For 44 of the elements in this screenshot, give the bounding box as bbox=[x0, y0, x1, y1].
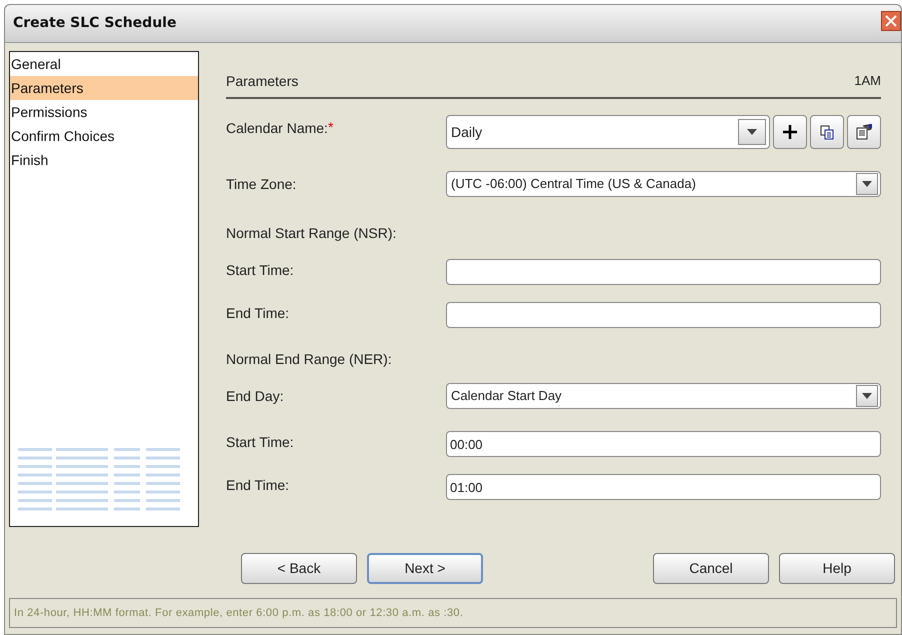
dialog-button[interactable]: < Back bbox=[241, 552, 357, 584]
copy-icon bbox=[820, 124, 834, 140]
properties-button[interactable] bbox=[847, 115, 881, 149]
panel-title: Parameters bbox=[226, 72, 298, 91]
field-label: End Day: bbox=[226, 388, 284, 404]
plus-icon bbox=[783, 125, 797, 139]
field-label: End Time: bbox=[226, 477, 290, 493]
section-heading: Normal End Range (NER): bbox=[226, 350, 392, 369]
step-item[interactable]: General bbox=[10, 52, 198, 76]
caret-icon bbox=[747, 129, 757, 135]
step-item[interactable]: Finish bbox=[10, 148, 198, 172]
required-mark: * bbox=[328, 119, 334, 135]
dialog-button[interactable]: Next > bbox=[367, 552, 483, 584]
text-field[interactable]: 00:00 bbox=[446, 431, 881, 457]
close-button[interactable] bbox=[881, 10, 901, 30]
dropdown-button[interactable] bbox=[738, 119, 766, 145]
dropdown-button[interactable] bbox=[856, 173, 878, 195]
section-heading: Normal Start Range (NSR): bbox=[226, 224, 396, 243]
window-title: Create SLC Schedule bbox=[13, 14, 176, 33]
dropdown-button[interactable] bbox=[856, 385, 878, 407]
step-item[interactable]: Parameters bbox=[10, 76, 198, 100]
caret-icon bbox=[862, 393, 872, 399]
dialog-button[interactable]: Cancel bbox=[653, 552, 769, 584]
field-label: End Time: bbox=[226, 305, 290, 321]
dropdown-field[interactable]: (UTC -06:00) Central Time (US & Canada) bbox=[446, 171, 881, 197]
caret-icon bbox=[862, 181, 872, 187]
calendar-combo[interactable]: Daily bbox=[446, 115, 770, 149]
field-label: Calendar Name: bbox=[226, 120, 328, 136]
panel-tag: 1AM bbox=[854, 71, 881, 90]
dropdown-field[interactable]: Calendar Start Day bbox=[446, 383, 881, 409]
text-field[interactable]: 01:00 bbox=[446, 474, 881, 500]
add-button[interactable] bbox=[773, 115, 807, 149]
field-label: Start Time: bbox=[226, 434, 294, 450]
dialog-button[interactable]: Help bbox=[779, 552, 895, 584]
step-item[interactable]: Permissions bbox=[10, 100, 198, 124]
properties-icon bbox=[856, 124, 872, 140]
field-label: Time Zone: bbox=[226, 176, 296, 192]
field-label: Start Time: bbox=[226, 262, 294, 278]
step-item[interactable]: Confirm Choices bbox=[10, 124, 198, 148]
text-field[interactable] bbox=[446, 302, 881, 328]
copy-button[interactable] bbox=[810, 115, 844, 149]
text-field[interactable] bbox=[446, 259, 881, 285]
close-icon bbox=[885, 14, 897, 26]
status-text: In 24-hour, HH:MM format. For example, enter 6:00 p.m. as 18:00 or 12:30 a.m. as :30. bbox=[14, 606, 464, 621]
